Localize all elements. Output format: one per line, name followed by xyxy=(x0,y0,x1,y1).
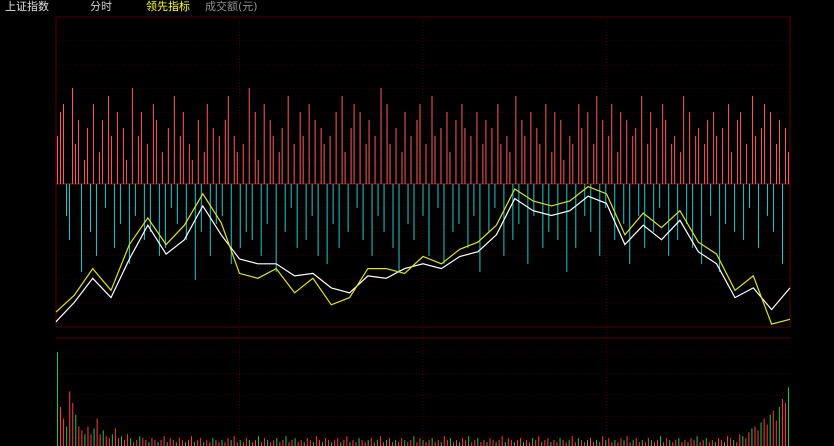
intraday-chart-window: 上证指数 分时 领先指标 成交额(元) xyxy=(0,0,834,446)
chart-canvas xyxy=(55,16,791,446)
price-panel-frame xyxy=(55,16,791,328)
